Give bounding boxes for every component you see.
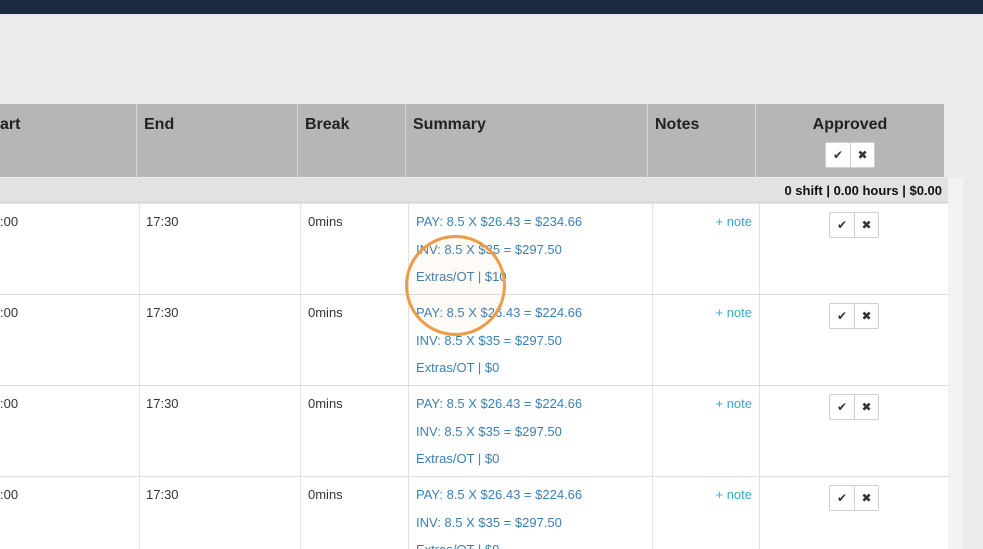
table-row: :00 17:30 0mins PAY: 8.5 X $26.43 = $224… (0, 477, 948, 549)
summary-cell: PAY: 8.5 X $26.43 = $224.66 INV: 8.5 X $… (409, 477, 653, 549)
check-icon: ✔ (836, 491, 848, 505)
approve-button[interactable]: ✔ (830, 395, 854, 419)
add-note-link[interactable]: + note (653, 477, 760, 549)
end-time: 17:30 (140, 386, 301, 476)
add-note-link[interactable]: + note (653, 204, 760, 294)
inv-link[interactable]: INV: 8.5 X $35 = $297.50 (416, 514, 652, 542)
reject-button[interactable]: ✖ (854, 486, 878, 510)
summary-cell: PAY: 8.5 X $26.43 = $224.66 INV: 8.5 X $… (409, 386, 653, 476)
start-time: :00 (0, 396, 19, 411)
approved-header-label: Approved (812, 116, 888, 133)
pay-link[interactable]: PAY: 8.5 X $26.43 = $224.66 (416, 486, 652, 514)
x-icon: ✖ (857, 148, 868, 162)
x-icon: ✖ (861, 491, 872, 505)
reject-button[interactable]: ✖ (854, 213, 878, 237)
table-row: :00 17:30 0mins PAY: 8.5 X $26.43 = $224… (0, 386, 948, 477)
break-duration: 0mins (301, 295, 409, 385)
totals-summary-text: 0 shift | 0.00 hours | $0.00 (784, 183, 942, 198)
x-icon: ✖ (861, 309, 872, 323)
end-time: 17:30 (140, 204, 301, 294)
check-icon: ✔ (836, 309, 848, 323)
break-duration: 0mins (301, 477, 409, 549)
start-time: :00 (0, 487, 19, 502)
check-icon: ✔ (832, 148, 844, 162)
column-header-notes[interactable]: Notes (648, 104, 756, 177)
highlight-circle (405, 235, 506, 336)
x-icon: ✖ (861, 400, 872, 414)
approve-button[interactable]: ✔ (830, 304, 854, 328)
column-header-start[interactable]: art (0, 104, 137, 177)
approve-all-button[interactable]: ✔ (826, 143, 850, 167)
approval-buttons: ✔ ✖ (829, 303, 879, 329)
column-header-end[interactable]: End (137, 104, 298, 177)
check-icon: ✔ (836, 218, 848, 232)
start-time: :00 (0, 214, 19, 229)
column-header-approved: Approved ✔ ✖ (756, 104, 944, 177)
approve-button[interactable]: ✔ (830, 213, 854, 237)
reject-all-button[interactable]: ✖ (850, 143, 874, 167)
table-header: art End Break Summary Notes Approved ✔ ✖ (0, 104, 944, 177)
extras-link[interactable]: Extras/OT | $0 (416, 359, 652, 387)
extras-link[interactable]: Extras/OT | $0 (416, 541, 652, 549)
break-duration: 0mins (301, 386, 409, 476)
column-header-break[interactable]: Break (298, 104, 406, 177)
approval-buttons: ✔ ✖ (829, 212, 879, 238)
top-nav-bar (0, 0, 983, 14)
break-duration: 0mins (301, 204, 409, 294)
column-header-summary[interactable]: Summary (406, 104, 648, 177)
add-note-link[interactable]: + note (653, 295, 760, 385)
vertical-scrollbar[interactable] (948, 178, 963, 549)
reject-button[interactable]: ✖ (854, 304, 878, 328)
end-time: 17:30 (140, 295, 301, 385)
end-time: 17:30 (140, 477, 301, 549)
extras-link[interactable]: Extras/OT | $0 (416, 450, 652, 478)
x-icon: ✖ (861, 218, 872, 232)
check-icon: ✔ (836, 400, 848, 414)
reject-button[interactable]: ✖ (854, 395, 878, 419)
approval-buttons: ✔ ✖ (829, 485, 879, 511)
inv-link[interactable]: INV: 8.5 X $35 = $297.50 (416, 423, 652, 451)
totals-summary-bar: 0 shift | 0.00 hours | $0.00 (0, 178, 948, 203)
add-note-link[interactable]: + note (653, 386, 760, 476)
approval-buttons: ✔ ✖ (829, 394, 879, 420)
start-time: :00 (0, 305, 19, 320)
approve-all-group: ✔ ✖ (825, 142, 875, 168)
pay-link[interactable]: PAY: 8.5 X $26.43 = $224.66 (416, 395, 652, 423)
approve-button[interactable]: ✔ (830, 486, 854, 510)
